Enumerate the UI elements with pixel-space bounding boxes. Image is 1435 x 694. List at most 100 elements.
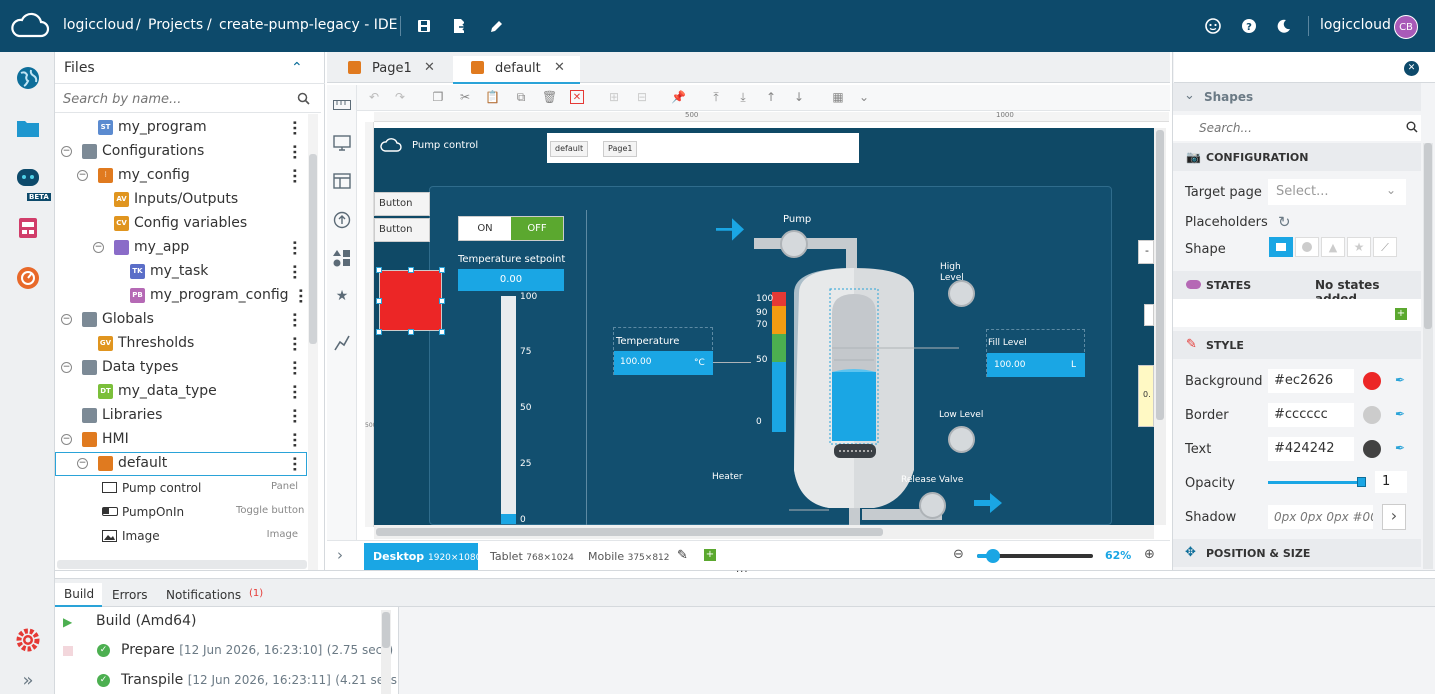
redo-icon[interactable]: ↷	[393, 90, 407, 104]
tab-default-active[interactable]: default ✕	[453, 56, 580, 84]
tree-item-hmi[interactable]: − HMI ···	[55, 428, 307, 452]
scrollbar-thumb[interactable]	[382, 612, 390, 648]
more-options-icon[interactable]: ···	[286, 432, 302, 448]
upload-arrow-icon[interactable]	[333, 211, 351, 229]
add-device-icon[interactable]: +	[704, 549, 716, 561]
layout-icon[interactable]	[333, 173, 351, 191]
tree-item-my-program-config[interactable]: PB my_program_config ···	[55, 284, 311, 308]
zoom-slider-thumb[interactable]	[986, 549, 1000, 563]
drag-handle-icon[interactable]: ···	[736, 567, 749, 578]
search-icon[interactable]	[1406, 121, 1418, 137]
add-state-icon[interactable]: +	[1395, 308, 1407, 320]
text-color-input[interactable]: #424242	[1268, 437, 1354, 461]
cloud-logo-icon[interactable]	[10, 12, 50, 40]
release-valve-indicator[interactable]	[919, 492, 946, 519]
resize-handle[interactable]	[439, 298, 445, 304]
nav-tab-page1[interactable]: Page1	[603, 141, 638, 157]
tree-item-image[interactable]: Image Image	[55, 524, 307, 548]
edit-device-icon[interactable]: ✎	[677, 548, 688, 563]
shadow-input[interactable]: 0px 0px 0px #00	[1268, 505, 1373, 529]
collapse-toggle-icon[interactable]: −	[61, 434, 72, 445]
tree-item-configurations[interactable]: − Configurations ···	[55, 140, 307, 164]
temperature-value-box[interactable]: 100.00 °C	[614, 351, 713, 375]
trend-chart-icon[interactable]	[333, 335, 351, 353]
ai-assistant-icon[interactable]	[14, 164, 42, 192]
border-color-input[interactable]: #cccccc	[1268, 403, 1354, 427]
pin-icon[interactable]: 📌	[671, 90, 686, 104]
more-options-icon[interactable]: ···	[286, 264, 302, 280]
send-to-back-icon[interactable]: ⤓	[736, 90, 750, 104]
zoom-out-widget[interactable]: -	[1138, 240, 1154, 264]
eyedropper-icon[interactable]: ✒	[1395, 373, 1409, 387]
stop-icon[interactable]	[63, 646, 73, 656]
text-color-swatch[interactable]	[1363, 440, 1381, 458]
pump-on-toggle[interactable]: ON OFF	[458, 216, 564, 241]
opacity-input[interactable]: 1	[1375, 471, 1407, 493]
files-scrollbar[interactable]	[308, 114, 318, 570]
delete-trash-icon[interactable]: 🗑	[542, 90, 557, 104]
monitor-icon[interactable]	[333, 135, 351, 153]
monitor-gauge-icon[interactable]	[14, 264, 42, 292]
save-as-icon[interactable]	[450, 16, 470, 36]
collapse-chevron-icon[interactable]: ⌃	[291, 60, 303, 76]
help-icon[interactable]: ?	[1239, 16, 1259, 36]
shape-rectangle-option[interactable]	[1269, 237, 1293, 257]
close-tab-icon[interactable]: ✕	[554, 60, 565, 75]
more-options-icon[interactable]: ···	[292, 288, 308, 304]
edge-widget[interactable]	[1144, 304, 1154, 326]
tree-item-data-types[interactable]: − Data types ···	[55, 356, 307, 380]
target-page-select[interactable]: Select... ⌄	[1268, 179, 1406, 205]
states-section-header[interactable]: STATES No states added	[1173, 271, 1421, 306]
device-icon[interactable]	[14, 214, 42, 242]
device-tablet-button[interactable]: Tablet 768×1024	[490, 550, 574, 563]
globe-icon[interactable]	[14, 64, 42, 92]
more-options-icon[interactable]: ···	[286, 456, 302, 472]
tree-item-my-program[interactable]: ST my_program ···	[55, 116, 307, 140]
ruler-icon[interactable]	[333, 97, 351, 115]
more-options-icon[interactable]: ···	[286, 360, 302, 376]
temperature-widget[interactable]: Temperature 100.00 °C	[613, 327, 713, 375]
close-tab-icon[interactable]: ✕	[424, 60, 435, 75]
send-backward-icon[interactable]: ↓	[792, 90, 806, 104]
low-level-indicator[interactable]	[948, 426, 975, 453]
position-size-section-header[interactable]: ✥ POSITION & SIZE	[1173, 539, 1421, 567]
grid-dropdown-chevron-icon[interactable]: ⌄	[857, 90, 871, 104]
favorites-star-icon[interactable]: ★	[333, 287, 351, 305]
tab-notifications[interactable]: Notifications (1)	[166, 583, 263, 607]
style-section-header[interactable]: ✎ STYLE	[1173, 331, 1421, 359]
collapse-toggle-icon[interactable]: −	[61, 314, 72, 325]
group-icon[interactable]: ⊞	[607, 90, 621, 104]
tree-item-inputs-outputs[interactable]: AV Inputs/Outputs	[55, 188, 307, 212]
background-color-input[interactable]: #ec2626	[1268, 369, 1354, 393]
scrollbar-thumb[interactable]	[309, 154, 317, 344]
copy-icon[interactable]: ❐	[431, 90, 445, 104]
canvas-horizontal-scrollbar[interactable]	[374, 525, 1154, 539]
resize-handle[interactable]	[408, 267, 414, 273]
refresh-icon[interactable]: ↻	[1278, 213, 1291, 231]
breadcrumb-org[interactable]: logiccloud	[63, 17, 134, 33]
eyedropper-icon[interactable]: ✒	[1395, 407, 1409, 421]
resize-handle[interactable]	[439, 267, 445, 273]
expand-double-chevron-icon[interactable]: »	[14, 666, 42, 694]
more-options-icon[interactable]: ···	[286, 144, 302, 160]
breadcrumb-projects[interactable]: Projects	[148, 17, 203, 33]
tab-build[interactable]: Build	[55, 583, 102, 607]
device-desktop-button[interactable]: Desktop 1920×1080	[364, 543, 481, 570]
tree-item-libraries[interactable]: Libraries ···	[55, 404, 307, 428]
border-swatch[interactable]	[1363, 406, 1381, 424]
save-icon[interactable]	[414, 16, 434, 36]
configuration-section-header[interactable]: 📷 CONFIGURATION	[1173, 143, 1421, 171]
robot-face-icon[interactable]	[1203, 16, 1223, 36]
resize-handle[interactable]	[376, 267, 382, 273]
search-icon[interactable]	[297, 92, 310, 109]
eyedropper-icon[interactable]: ✒	[1395, 441, 1409, 455]
close-panel-icon[interactable]: ✕	[1404, 61, 1419, 76]
collapse-toggle-icon[interactable]: −	[93, 242, 104, 253]
cut-icon[interactable]: ✂	[458, 90, 472, 104]
hmi-canvas[interactable]: Pump control default Page1 Button Button…	[374, 128, 1154, 525]
shapes-search-input[interactable]	[1199, 120, 1389, 136]
scrollbar-thumb[interactable]	[376, 528, 883, 536]
opacity-slider-thumb[interactable]	[1357, 477, 1366, 487]
more-options-icon[interactable]: ···	[286, 168, 302, 184]
more-options-icon[interactable]: ···	[286, 336, 302, 352]
